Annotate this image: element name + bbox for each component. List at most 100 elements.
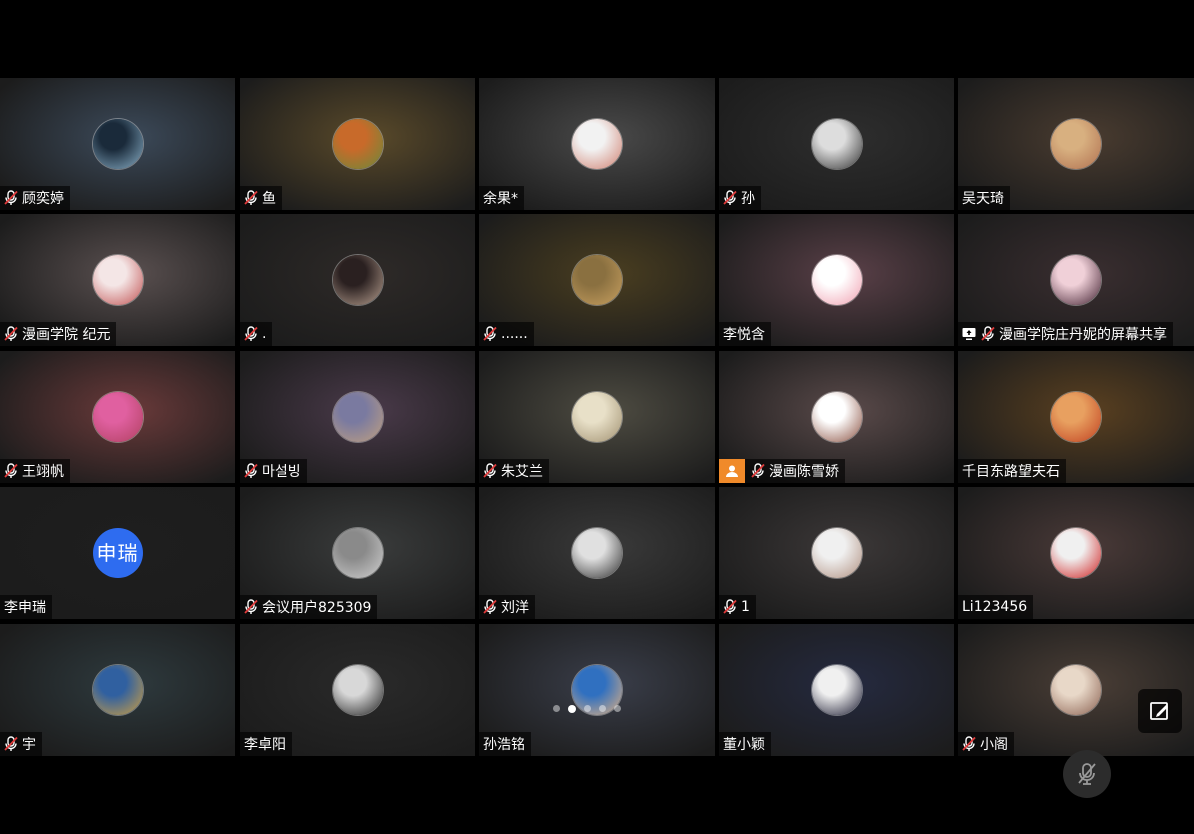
name-tag: 吴天琦 xyxy=(958,186,1010,210)
avatar xyxy=(1051,665,1101,715)
avatar xyxy=(811,119,862,169)
mute-toggle-button[interactable] xyxy=(1063,750,1111,798)
participant-tile[interactable]: 1 xyxy=(719,487,954,619)
avatar xyxy=(811,665,862,715)
name-tag: 孙 xyxy=(719,186,761,210)
participant-name: 漫画陈雪娇 xyxy=(769,464,839,480)
participant-name: 李申瑞 xyxy=(4,600,46,616)
mic-muted-icon xyxy=(751,463,765,478)
screen-share-icon xyxy=(962,328,976,340)
participant-name: ...... xyxy=(501,326,528,342)
name-tag: 漫画学院 纪元 xyxy=(0,322,117,346)
participant-tile[interactable]: 会议用户825309 xyxy=(240,487,475,619)
participant-tile[interactable]: 李悦含 xyxy=(719,214,954,346)
mic-muted-icon xyxy=(244,326,258,341)
avatar: 申瑞 xyxy=(92,528,143,578)
mic-muted-icon xyxy=(244,599,258,614)
mic-muted-icon xyxy=(723,190,737,205)
name-tag: 漫画陈雪娇 xyxy=(719,459,845,483)
participant-name: 王翊帆 xyxy=(22,464,64,480)
participant-tile[interactable]: 鱼 xyxy=(240,78,475,210)
avatar xyxy=(1051,119,1101,169)
participant-tile[interactable]: 漫画陈雪娇 xyxy=(719,351,954,483)
participant-tile[interactable]: 吴天琦 xyxy=(958,78,1194,210)
avatar xyxy=(1051,528,1101,578)
mic-muted-icon xyxy=(244,463,258,478)
page-dot[interactable] xyxy=(568,704,576,713)
mic-muted-icon xyxy=(723,599,737,614)
name-tag: 李悦含 xyxy=(719,322,771,346)
participant-tile[interactable]: 千目东路望夫石 xyxy=(958,351,1194,483)
participant-tile[interactable]: 朱艾兰 xyxy=(479,351,715,483)
mic-muted-icon xyxy=(483,599,497,614)
participant-tile[interactable]: 王翊帆 xyxy=(0,351,235,483)
participant-tile[interactable]: ...... xyxy=(479,214,715,346)
name-tag: . xyxy=(240,322,273,346)
mic-muted-icon xyxy=(962,736,976,751)
participant-name: Li123456 xyxy=(962,599,1028,615)
participant-tile[interactable]: 李卓阳 xyxy=(240,624,475,756)
participant-tile[interactable]: 마설빙 xyxy=(240,351,475,483)
mic-muted-icon xyxy=(981,326,995,341)
participant-name: 마설빙 xyxy=(262,464,301,480)
name-tag: 李卓阳 xyxy=(240,732,292,756)
participant-name: 李悦含 xyxy=(723,327,765,343)
mic-muted-icon xyxy=(4,463,18,478)
participant-name: 刘洋 xyxy=(501,600,529,616)
participant-tile[interactable]: 漫画学院 纪元 xyxy=(0,214,235,346)
participant-name: 余果* xyxy=(483,191,518,207)
page-dot[interactable] xyxy=(553,705,560,712)
name-tag: 宇 xyxy=(0,732,42,756)
edit-icon xyxy=(1150,702,1168,720)
participant-name: 鱼 xyxy=(262,191,276,207)
mic-muted-icon xyxy=(4,326,18,341)
participant-tile[interactable]: 顾奕婷 xyxy=(0,78,235,210)
participant-name: 顾奕婷 xyxy=(22,191,64,207)
avatar xyxy=(92,119,143,169)
avatar xyxy=(572,392,622,442)
participant-name: 漫画学院庄丹妮的屏幕共享 xyxy=(999,327,1167,343)
avatar xyxy=(572,255,622,305)
avatar xyxy=(332,528,383,578)
page-dot[interactable] xyxy=(584,705,591,712)
participant-grid: 顾奕婷 鱼 余果* 孙 吴天琦 漫画学院 纪元 . ...... 李悦含 漫画学院庄丹… xyxy=(0,78,1194,757)
name-tag: 1 xyxy=(719,595,756,619)
avatar xyxy=(92,665,143,715)
avatar xyxy=(92,255,143,305)
avatar xyxy=(332,392,383,442)
page-indicator[interactable] xyxy=(553,704,643,715)
participant-tile[interactable]: 刘洋 xyxy=(479,487,715,619)
name-tag: 李申瑞 xyxy=(0,595,52,619)
participant-name: . xyxy=(262,326,267,342)
participant-tile[interactable]: 申瑞李申瑞 xyxy=(0,487,235,619)
person-icon xyxy=(719,459,745,483)
participant-name: 孙 xyxy=(741,191,755,207)
name-tag: 小阁 xyxy=(958,732,1014,756)
avatar xyxy=(332,119,383,169)
avatar xyxy=(811,255,862,305)
mic-muted-icon xyxy=(244,190,258,205)
participant-tile[interactable]: 孙 xyxy=(719,78,954,210)
participant-tile[interactable]: 孙浩铭 xyxy=(479,624,715,756)
mic-muted-icon xyxy=(483,326,497,341)
participant-tile[interactable]: 董小颖 xyxy=(719,624,954,756)
name-tag: 王翊帆 xyxy=(0,459,70,483)
participant-tile[interactable]: 漫画学院庄丹妮的屏幕共享 xyxy=(958,214,1194,346)
name-tag: 千目东路望夫石 xyxy=(958,459,1066,483)
name-tag: 마설빙 xyxy=(240,459,307,483)
mic-muted-icon xyxy=(483,463,497,478)
participant-tile[interactable]: . xyxy=(240,214,475,346)
avatar xyxy=(332,665,383,715)
name-tag: 董小颖 xyxy=(719,732,771,756)
avatar xyxy=(811,392,862,442)
name-tag: 漫画学院庄丹妮的屏幕共享 xyxy=(958,322,1173,346)
participant-tile[interactable]: Li123456 xyxy=(958,487,1194,619)
mic-muted-icon xyxy=(4,736,18,751)
page-dot[interactable] xyxy=(599,705,606,712)
name-tag: 鱼 xyxy=(240,186,282,210)
annotate-button[interactable] xyxy=(1138,689,1182,733)
participant-name: 孙浩铭 xyxy=(483,737,525,753)
participant-tile[interactable]: 宇 xyxy=(0,624,235,756)
participant-tile[interactable]: 余果* xyxy=(479,78,715,210)
page-dot[interactable] xyxy=(614,705,621,712)
